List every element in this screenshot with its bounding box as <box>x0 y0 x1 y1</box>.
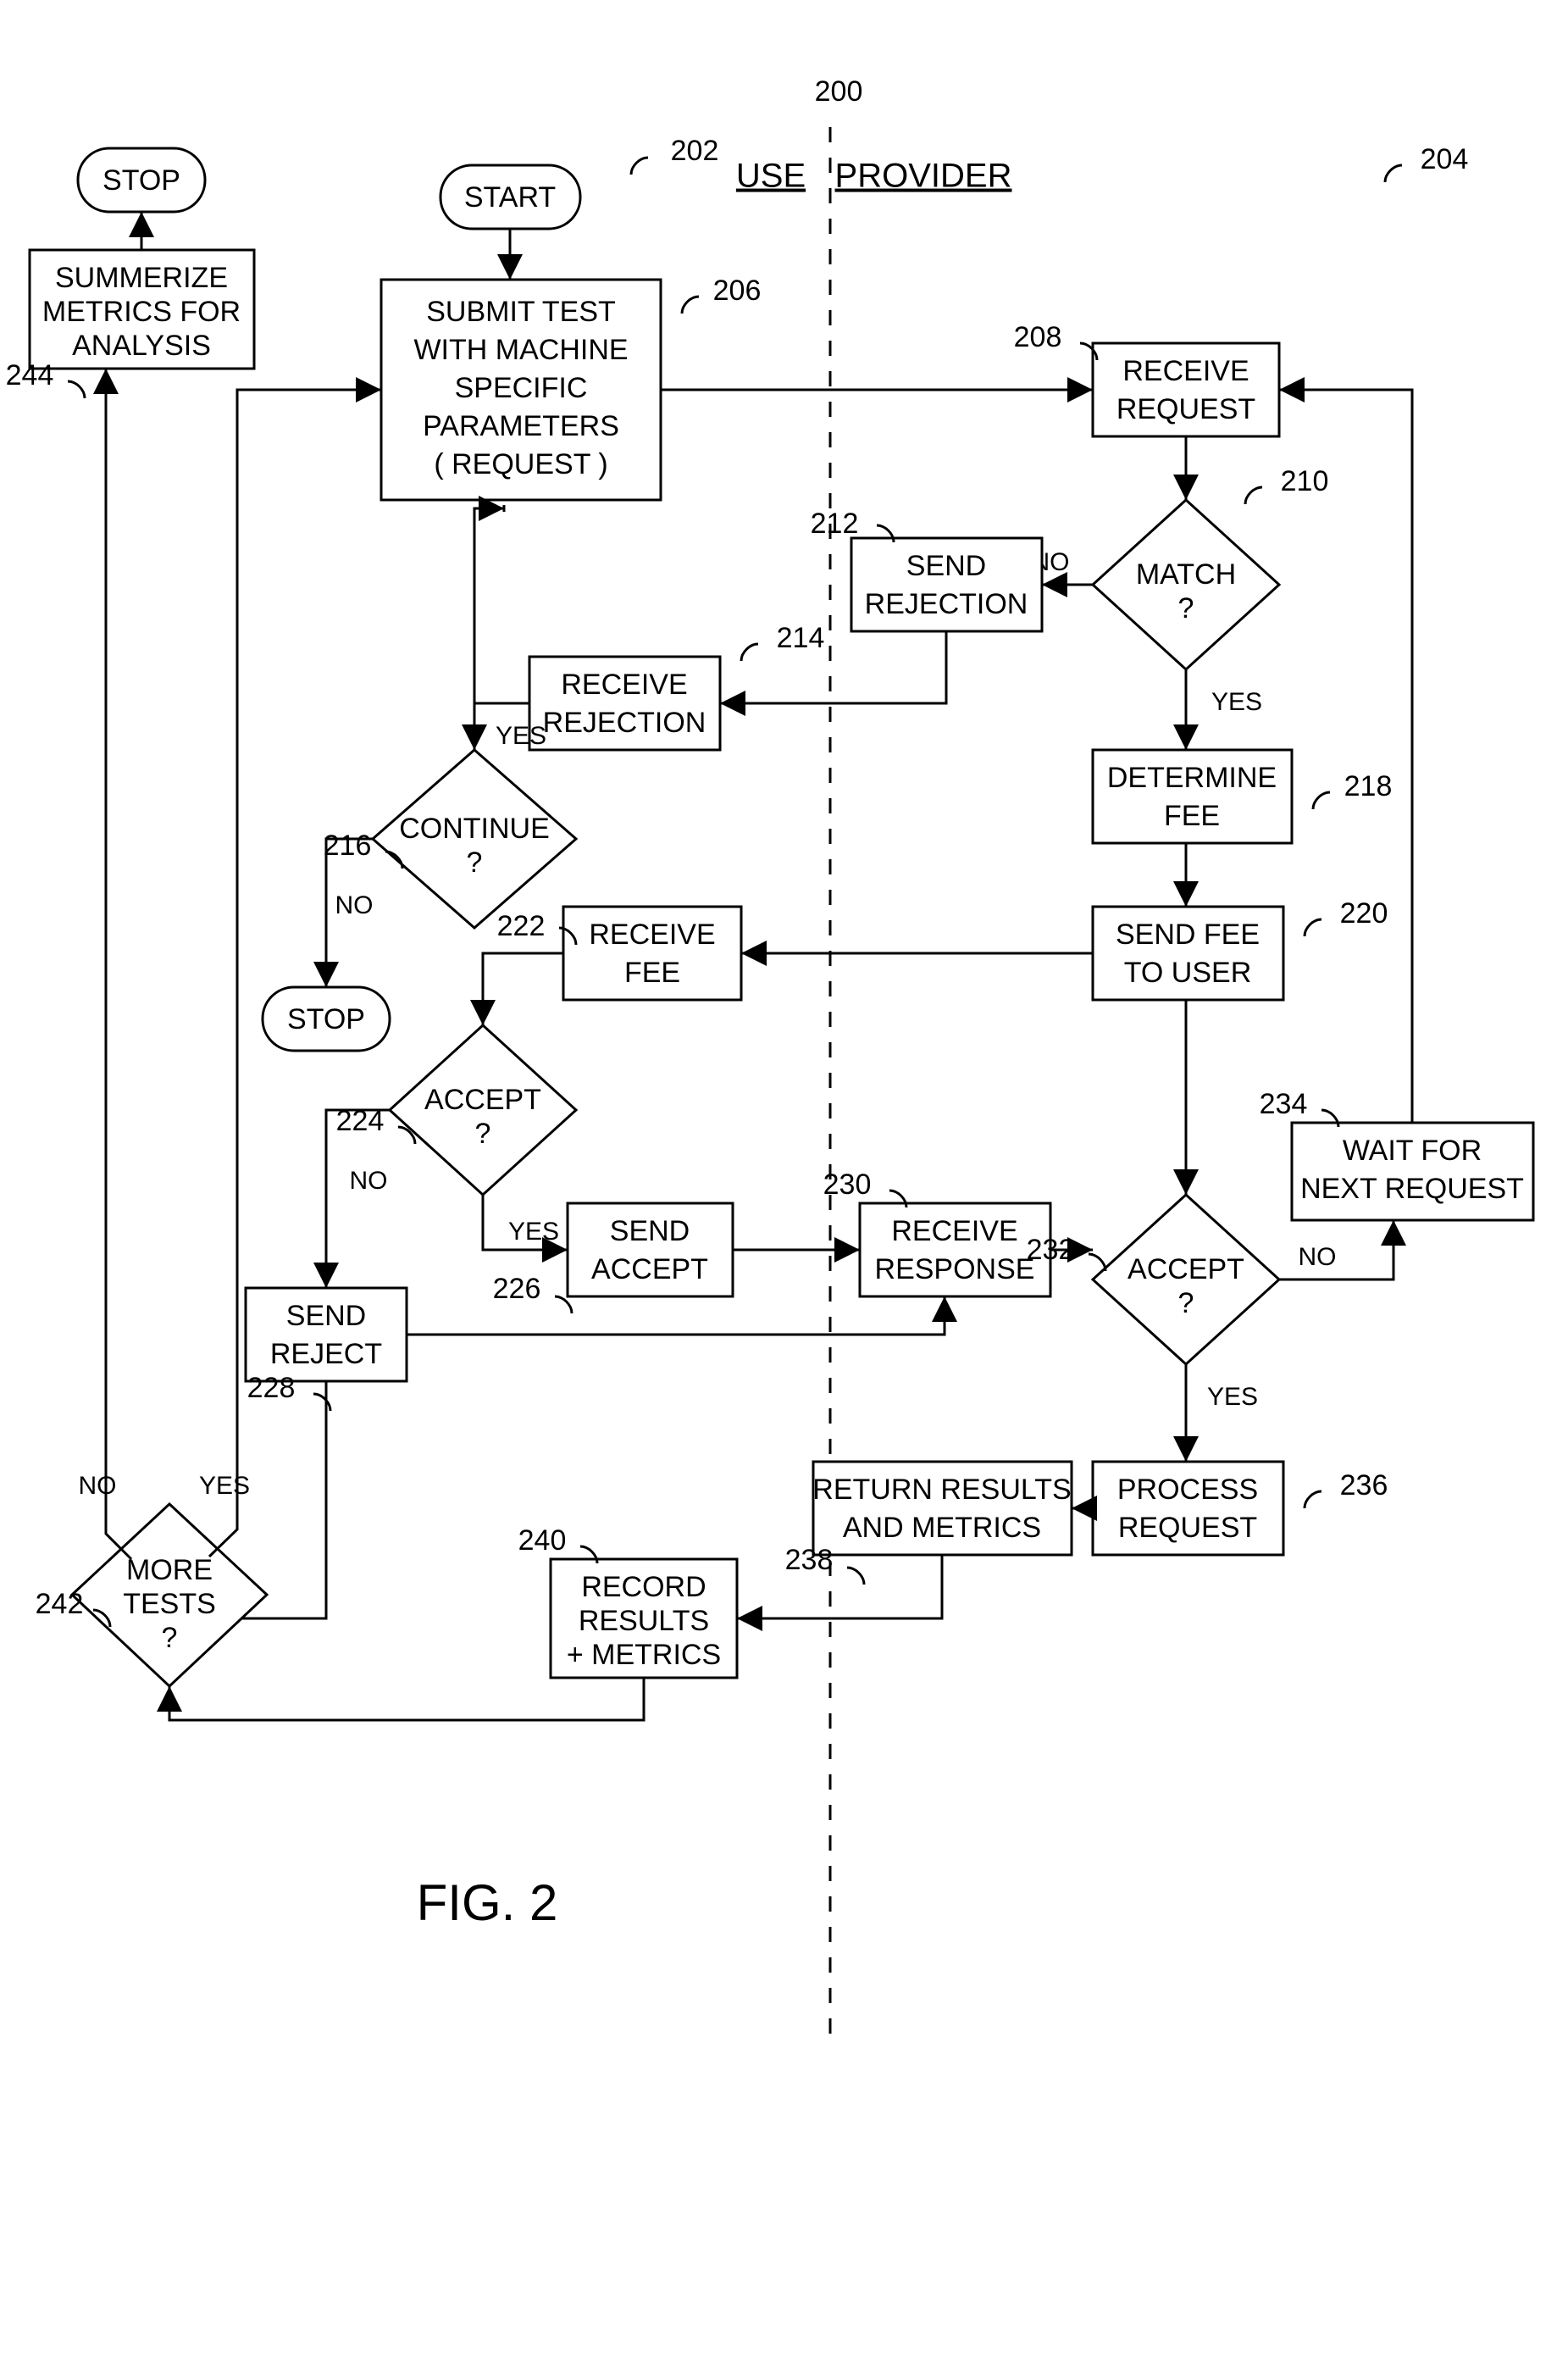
stop2-label: STOP <box>103 164 180 197</box>
stop1-label: STOP <box>287 1003 365 1035</box>
sendfee-l1: SEND FEE <box>1116 919 1260 951</box>
match-l2: ? <box>1178 592 1194 624</box>
arrow-continue-yes <box>474 508 504 750</box>
summarize-l2: METRICS FOR <box>42 296 241 328</box>
sendfee-l2: TO USER <box>1124 957 1252 989</box>
moretests-l3: ? <box>162 1622 178 1654</box>
return-l1: RETURN RESULTS <box>812 1474 1071 1506</box>
ref-238: 238 <box>785 1544 834 1576</box>
moretests-no: NO <box>79 1472 117 1500</box>
arrow-record-more <box>169 1678 644 1720</box>
ref-244: 244 <box>6 359 54 391</box>
receive-request-l2: REQUEST <box>1116 393 1255 425</box>
accept224-no: NO <box>350 1167 388 1195</box>
ref-204: 204 <box>1421 143 1469 175</box>
continue-l1: CONTINUE <box>399 813 550 845</box>
submit-l2: WITH MACHINE <box>413 334 628 366</box>
send-rejection-l2: REJECTION <box>865 588 1028 620</box>
provider-title: PROVIDER <box>835 158 1012 195</box>
sendreject-l2: REJECT <box>270 1338 382 1370</box>
ref-212: 212 <box>811 508 859 540</box>
ref-240: 240 <box>518 1524 567 1557</box>
ref-236: 236 <box>1340 1469 1388 1501</box>
ref-218: 218 <box>1344 770 1393 802</box>
submit-l5: ( REQUEST ) <box>434 448 607 480</box>
record-l3: + METRICS <box>567 1639 721 1671</box>
use-title: USE <box>736 158 806 195</box>
moretests-yes: YES <box>199 1472 250 1500</box>
receive-request-l1: RECEIVE <box>1122 355 1249 387</box>
process-l1: PROCESS <box>1117 1474 1258 1506</box>
summarize-l3: ANALYSIS <box>72 330 211 362</box>
receive-rejection-l1: RECEIVE <box>561 669 687 701</box>
record-l2: RESULTS <box>579 1605 709 1637</box>
recvfee-l2: FEE <box>624 957 680 989</box>
ref-232: 232 <box>1027 1234 1075 1266</box>
sendaccept-l1: SEND <box>610 1215 690 1247</box>
arrow-return-record <box>737 1555 942 1618</box>
match-yes: YES <box>1211 688 1262 716</box>
receive-rejection-l2: REJECTION <box>543 707 706 739</box>
accept224-yes: YES <box>508 1218 559 1246</box>
detfee-l1: DETERMINE <box>1107 762 1277 794</box>
accept232-l1: ACCEPT <box>1128 1253 1244 1285</box>
ref-216: 216 <box>324 830 372 862</box>
recvresp-l2: RESPONSE <box>875 1253 1035 1285</box>
wait-l2: NEXT REQUEST <box>1300 1173 1524 1205</box>
continue-no: NO <box>335 891 374 919</box>
ref-230: 230 <box>823 1168 872 1201</box>
sendreject-l1: SEND <box>286 1300 366 1332</box>
ref-208: 208 <box>1014 321 1062 353</box>
ref-222: 222 <box>497 910 546 942</box>
ref-234: 234 <box>1260 1088 1308 1120</box>
ref-206: 206 <box>713 275 762 307</box>
arrow-moretests-no <box>106 369 131 1559</box>
continue-yes: YES <box>496 722 546 750</box>
start-label: START <box>464 181 556 214</box>
arrow-wait-recvreq <box>1279 390 1412 1123</box>
return-l2: AND METRICS <box>843 1512 1041 1544</box>
flowchart: USE PROVIDER 200 START 202 SUBMIT TEST W… <box>0 0 1568 2359</box>
ref-210: 210 <box>1281 465 1329 497</box>
ref-242: 242 <box>36 1588 84 1620</box>
recvresp-l1: RECEIVE <box>891 1215 1017 1247</box>
ref-220: 220 <box>1340 897 1388 930</box>
send-rejection-l1: SEND <box>906 550 986 582</box>
moretests-l2: TESTS <box>123 1588 216 1620</box>
ref-226: 226 <box>493 1273 541 1305</box>
wait-l1: WAIT FOR <box>1343 1135 1482 1167</box>
arrow-accept232-wait <box>1279 1220 1393 1279</box>
accept232-no: NO <box>1299 1243 1337 1271</box>
arrow-recvfee-accept <box>483 953 563 1025</box>
submit-l3: SPECIFIC <box>455 372 588 404</box>
ref-200: 200 <box>815 75 863 108</box>
submit-l4: PARAMETERS <box>423 410 619 442</box>
sendaccept-l2: ACCEPT <box>591 1253 708 1285</box>
summarize-l1: SUMMERIZE <box>55 262 228 294</box>
ref-202: 202 <box>671 135 719 167</box>
arrow-sendreject-recvresp <box>407 1296 945 1335</box>
accept224-l2: ? <box>475 1118 491 1150</box>
figure-label: FIG. 2 <box>417 1874 558 1931</box>
record-l1: RECORD <box>581 1571 706 1603</box>
ref-228: 228 <box>247 1372 296 1404</box>
recvfee-l1: RECEIVE <box>589 919 715 951</box>
detfee-l2: FEE <box>1164 800 1220 832</box>
continue-l2: ? <box>467 846 483 879</box>
arrow-sendrej-recvrej <box>720 631 946 703</box>
match-l1: MATCH <box>1136 558 1236 591</box>
submit-l1: SUBMIT TEST <box>426 296 616 328</box>
ref-214: 214 <box>777 622 825 654</box>
moretests-l1: MORE <box>126 1554 213 1586</box>
accept232-l2: ? <box>1178 1287 1194 1319</box>
accept232-yes: YES <box>1207 1383 1258 1411</box>
process-l2: REQUEST <box>1118 1512 1257 1544</box>
accept224-l1: ACCEPT <box>424 1084 541 1116</box>
